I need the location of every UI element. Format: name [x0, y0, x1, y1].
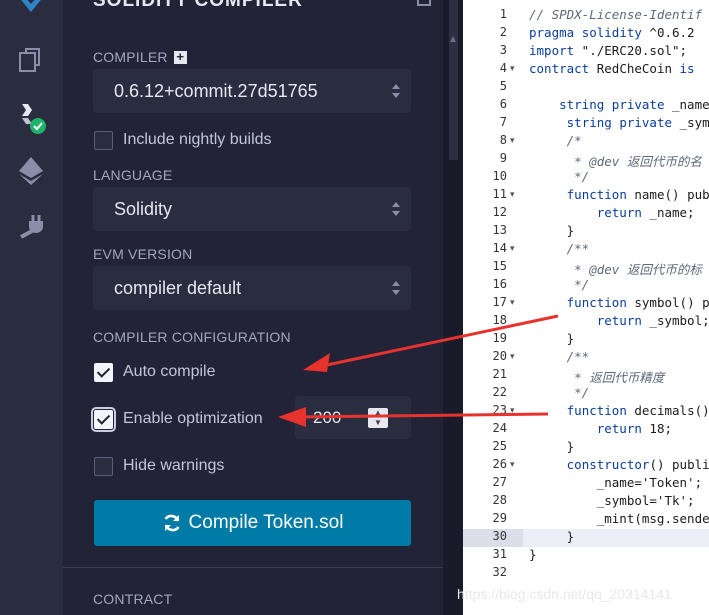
annotation-arrow-optimization — [297, 412, 549, 419]
annotation-arrowhead — [278, 407, 306, 427]
annotation-arrow-auto-compile — [321, 314, 559, 368]
annotation-arrows — [278, 314, 559, 427]
annotation-arrowhead — [303, 353, 330, 372]
